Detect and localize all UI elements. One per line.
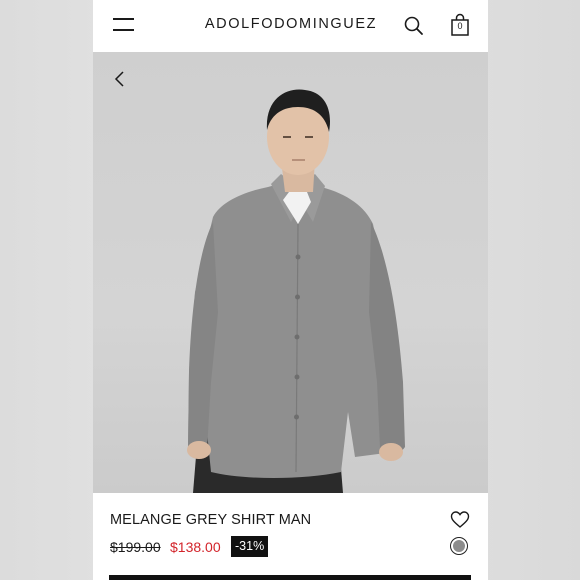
shopping-bag-button[interactable]: 0	[449, 13, 471, 37]
product-photo	[187, 89, 405, 493]
wishlist-button[interactable]	[450, 510, 470, 530]
original-price: $199.00	[110, 539, 161, 555]
heart-icon	[450, 511, 470, 528]
color-swatch[interactable]	[450, 537, 468, 555]
hamburger-menu-icon	[113, 18, 134, 20]
product-name: MELANGE GREY SHIRT MAN	[110, 512, 312, 528]
product-image-gallery[interactable]	[93, 52, 488, 493]
bag-count: 0	[457, 21, 463, 31]
product-info: MELANGE GREY SHIRT MAN $199.00 $138.00 -…	[93, 493, 488, 580]
product-page: ADOLFODOMINGUEZ 0 MELANGE GREY SHIRT MAN…	[93, 0, 488, 580]
top-header: ADOLFODOMINGUEZ 0	[93, 0, 488, 52]
color-swatch-fill	[453, 540, 465, 552]
sale-price: $138.00	[170, 539, 221, 555]
brand-logo[interactable]: ADOLFODOMINGUEZ	[203, 16, 379, 36]
search-icon	[404, 16, 423, 35]
menu-button[interactable]	[110, 14, 136, 36]
add-to-cart-button[interactable]	[109, 575, 471, 580]
hamburger-menu-line	[113, 29, 134, 31]
discount-badge: -31%	[231, 536, 269, 557]
back-button[interactable]	[113, 69, 127, 89]
chevron-left-icon	[114, 71, 124, 87]
search-button[interactable]	[403, 15, 425, 37]
